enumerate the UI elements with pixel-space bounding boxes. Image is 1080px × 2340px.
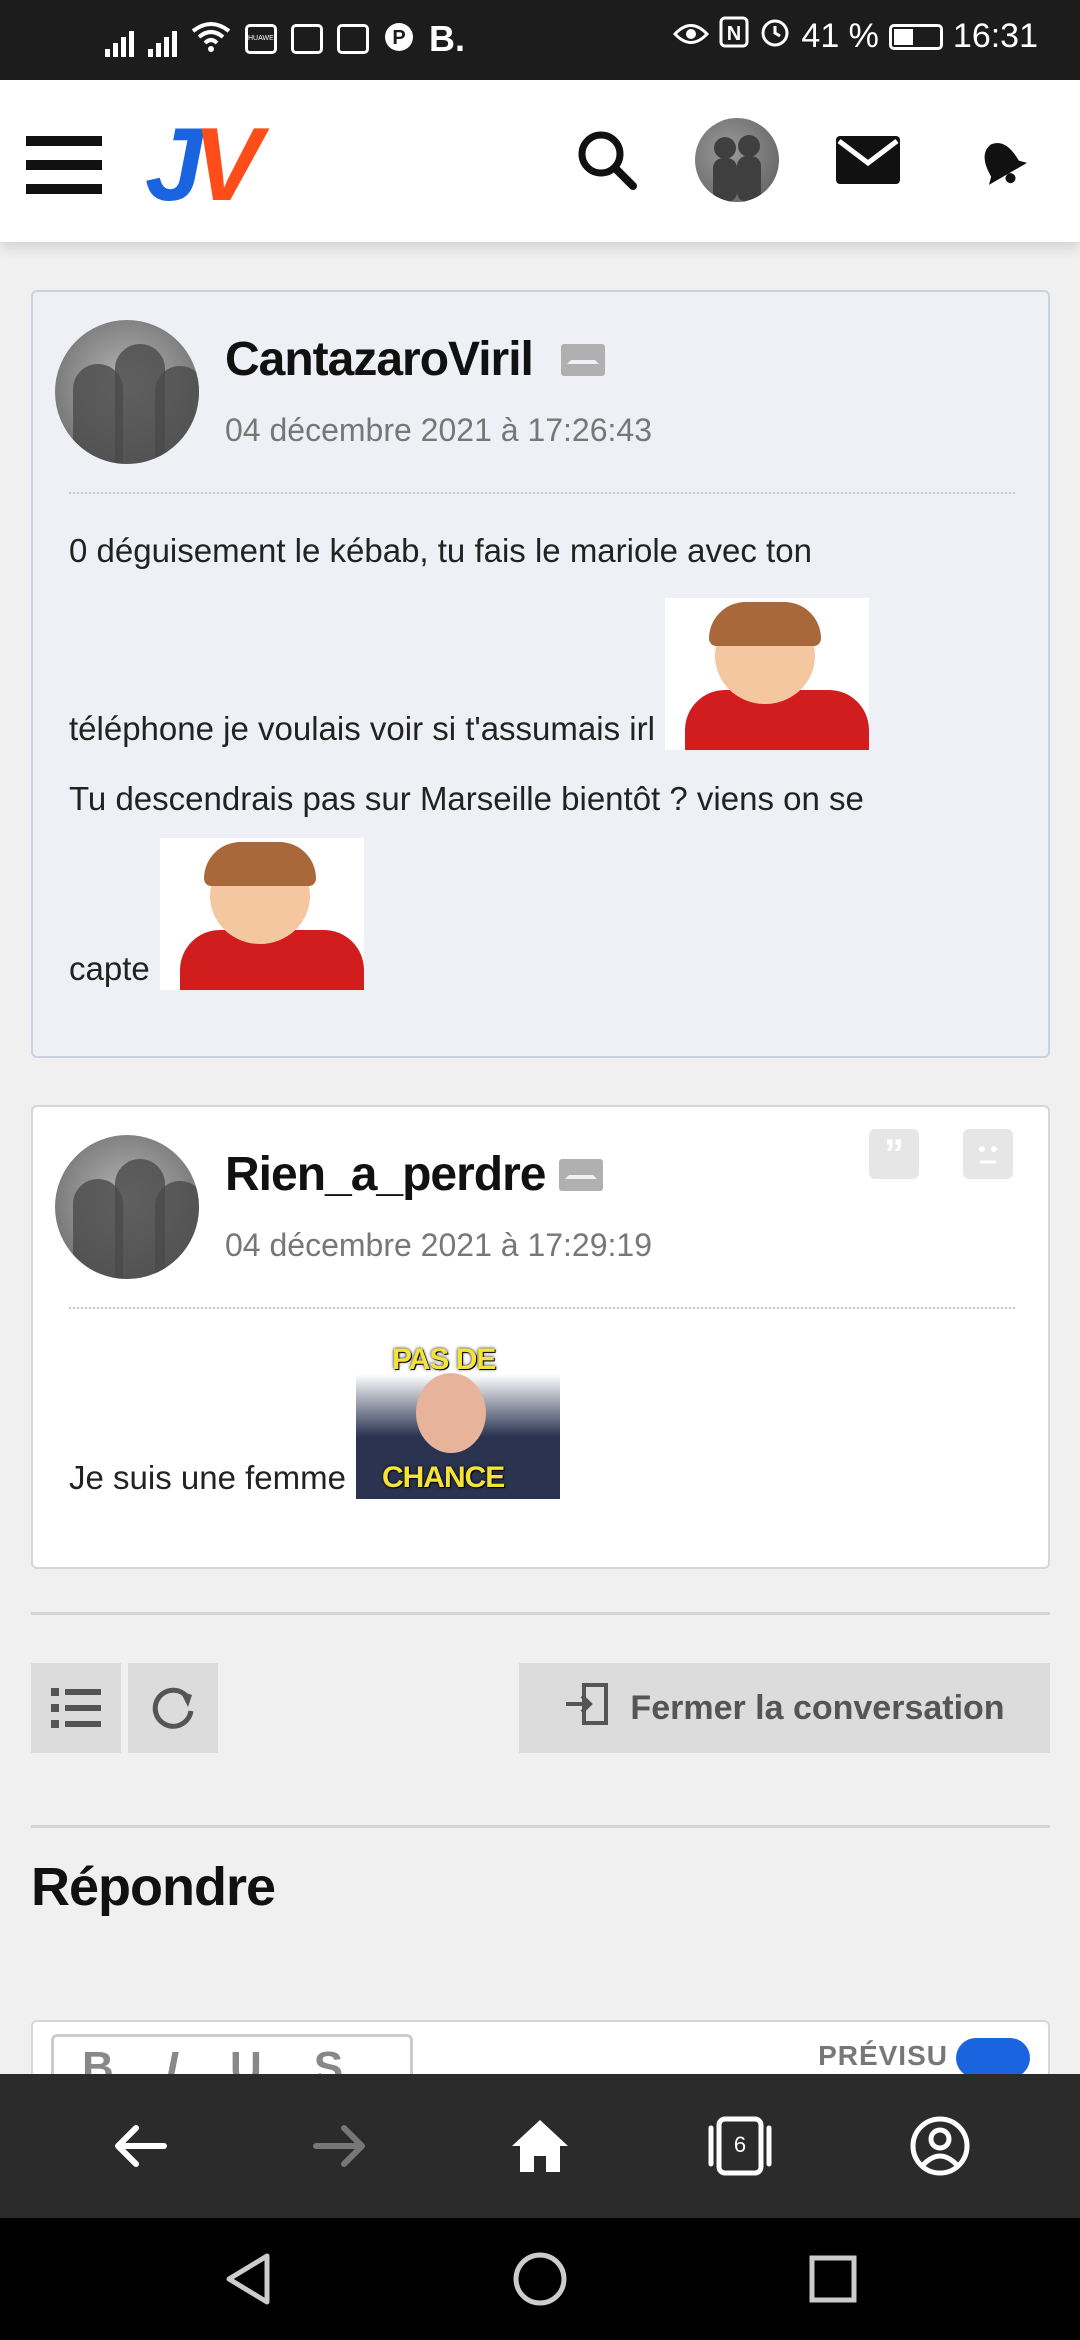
preview-toggle[interactable] — [956, 2038, 1030, 2078]
alarm-icon — [759, 16, 791, 57]
system-recents-icon[interactable] — [788, 2234, 878, 2324]
browser-toolbar: 6 — [0, 2074, 1080, 2218]
refresh-icon[interactable] — [128, 1663, 218, 1753]
messages-icon[interactable] — [826, 118, 910, 202]
status-bar: HUAWEI P B. N 41 % 16:31 — [0, 0, 1080, 80]
post-date[interactable]: 04 décembre 2021 à 17:26:43 — [225, 412, 652, 449]
system-navigation-bar — [0, 2218, 1080, 2340]
preview-label: PRÉVISU — [818, 2040, 948, 2071]
notifications-bell-icon[interactable] — [958, 118, 1042, 202]
sticker-image[interactable] — [159, 838, 364, 990]
reply-heading: Répondre — [31, 1857, 276, 1917]
forum-post: CantazaroViril 04 décembre 2021 à 17:26:… — [31, 290, 1050, 1058]
tab-count: 6 — [733, 2132, 747, 2157]
divider — [31, 1825, 1050, 1828]
news-icon — [291, 24, 323, 54]
post-text-line: Tu descendrais pas sur Marseille bientôt… — [69, 780, 864, 817]
back-arrow-icon[interactable] — [90, 2096, 190, 2196]
user-avatar[interactable] — [695, 118, 779, 202]
post-text-line: téléphone je voulais voir si t'assumais … — [69, 598, 869, 750]
system-back-icon[interactable] — [203, 2234, 293, 2324]
exit-icon — [564, 1681, 610, 1736]
quote-icon[interactable]: ” — [869, 1129, 919, 1179]
site-header: JV — [0, 80, 1080, 242]
home-icon[interactable] — [490, 2096, 590, 2196]
signal-icon — [105, 21, 134, 57]
send-message-icon[interactable] — [561, 344, 605, 376]
huawei-app-icon: HUAWEI — [245, 24, 277, 54]
post-text-line: 0 déguisement le kébab, tu fais le mario… — [69, 532, 812, 569]
booking-icon: B. — [429, 18, 465, 59]
divider — [31, 1612, 1050, 1615]
post-separator — [69, 1307, 1015, 1309]
jv-logo[interactable]: JV — [145, 110, 262, 220]
svg-text:N: N — [727, 23, 741, 45]
wifi-icon — [191, 21, 231, 58]
clock: 16:31 — [952, 17, 1038, 55]
sticker-image[interactable]: PAS DE CHANCE — [355, 1343, 560, 1499]
forward-arrow-icon[interactable] — [290, 2096, 390, 2196]
post-date[interactable]: 04 décembre 2021 à 17:29:19 — [225, 1227, 652, 1264]
author-avatar[interactable] — [55, 320, 199, 464]
send-message-icon[interactable] — [559, 1159, 603, 1191]
post-username[interactable]: CantazaroViril — [225, 332, 534, 387]
post-text-line: capte — [69, 838, 364, 990]
notes-icon — [337, 24, 369, 54]
signal-roaming-icon — [148, 21, 177, 57]
close-conversation-button[interactable]: Fermer la conversation — [519, 1663, 1050, 1753]
menu-icon[interactable] — [26, 136, 102, 194]
battery-icon — [888, 23, 943, 50]
svg-text:P: P — [392, 27, 405, 49]
system-home-icon[interactable] — [495, 2234, 585, 2324]
author-avatar[interactable] — [55, 1135, 199, 1279]
forum-post: Rien_a_perdre ” 04 décembre 2021 à 17:29… — [31, 1105, 1050, 1569]
topic-list-button[interactable] — [31, 1663, 121, 1753]
post-username[interactable]: Rien_a_perdre — [225, 1147, 546, 1202]
nfc-icon: N — [719, 16, 749, 57]
post-separator — [69, 492, 1015, 494]
account-icon[interactable] — [890, 2096, 990, 2196]
post-text-line: Je suis une femme PAS DE CHANCE — [69, 1343, 560, 1499]
report-icon[interactable] — [963, 1129, 1013, 1179]
tabs-icon[interactable]: 6 — [690, 2096, 790, 2196]
search-icon[interactable] — [565, 118, 649, 202]
battery-percent: 41 % — [801, 17, 879, 55]
reply-editor-toolbar: B I U S PRÉVISU — [31, 2020, 1050, 2080]
sticker-image[interactable] — [664, 598, 869, 750]
eye-icon — [673, 17, 710, 56]
pinterest-icon: P — [383, 21, 415, 58]
